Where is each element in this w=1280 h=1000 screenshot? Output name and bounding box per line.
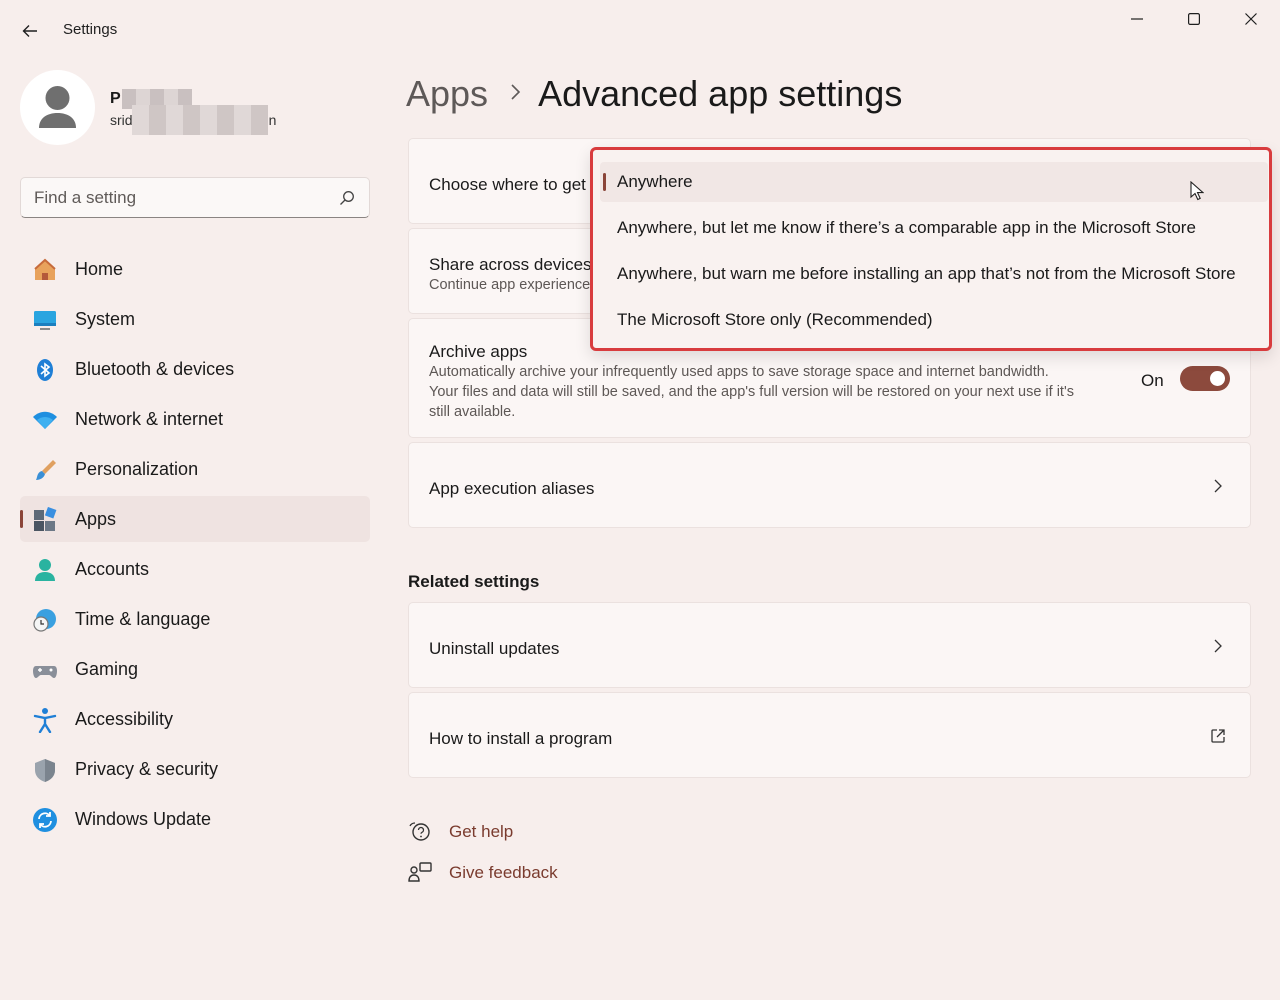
- sidebar-item-label: Network & internet: [75, 408, 224, 429]
- sidebar-item-windows-update[interactable]: Windows Update: [20, 796, 370, 842]
- gaming-icon: [32, 657, 58, 683]
- card-description: Automatically archive your infrequently …: [429, 364, 1049, 380]
- page-title: Advanced app settings: [538, 73, 903, 114]
- sidebar-item-label: Windows Update: [75, 808, 212, 829]
- sidebar-item-system[interactable]: System: [20, 296, 370, 342]
- sidebar-item-apps[interactable]: Apps: [20, 496, 370, 542]
- dropdown-option-anywhere-notify[interactable]: Anywhere, but let me know if there’s a c…: [600, 208, 1268, 248]
- chevron-right-icon: [510, 80, 522, 108]
- get-help-text: Get help: [449, 822, 514, 841]
- app-execution-aliases-card[interactable]: App execution aliases: [408, 442, 1251, 528]
- card-title: How to install a program: [429, 729, 613, 748]
- sidebar-item-label: Home: [75, 258, 124, 279]
- card-title: Choose where to get: [429, 175, 586, 194]
- avatar[interactable]: [20, 70, 95, 145]
- related-settings-title: Related settings: [408, 572, 540, 591]
- card-description: Your files and data will still be saved,…: [429, 384, 1074, 400]
- dropdown-option-anywhere-warn[interactable]: Anywhere, but warn me before installing …: [600, 254, 1268, 294]
- sidebar-item-label: Gaming: [75, 658, 139, 679]
- close-icon: [1244, 13, 1257, 25]
- maximize-icon: [1187, 13, 1200, 25]
- toggle-state-label: On: [1141, 371, 1164, 390]
- card-description: still available.: [429, 404, 516, 420]
- home-icon: [32, 257, 58, 283]
- app-title: Settings: [63, 21, 118, 38]
- breadcrumb-parent[interactable]: Apps: [406, 73, 488, 115]
- toggle-knob: [1210, 371, 1225, 386]
- bluetooth-icon: [32, 357, 58, 383]
- sidebar-item-label: System: [75, 308, 136, 329]
- title-bar: Settings: [0, 0, 1280, 60]
- install-source-dropdown: Anywhere Anywhere, but let me know if th…: [590, 147, 1272, 351]
- sidebar-item-accounts[interactable]: Accounts: [20, 546, 370, 592]
- search-icon[interactable]: [339, 190, 355, 206]
- back-button[interactable]: [14, 16, 46, 46]
- search-box[interactable]: [20, 177, 370, 218]
- close-button[interactable]: [1222, 0, 1279, 38]
- dropdown-option-label: The Microsoft Store only (Recommended): [617, 310, 933, 329]
- sidebar-item-label: Accessibility: [75, 708, 174, 729]
- sidebar-item-privacy[interactable]: Privacy & security: [20, 746, 370, 792]
- sidebar-item-label: Bluetooth & devices: [75, 358, 235, 379]
- sidebar-item-accessibility[interactable]: Accessibility: [20, 696, 370, 742]
- card-title: App execution aliases: [429, 479, 595, 498]
- feedback-icon: [408, 861, 432, 885]
- minimize-icon: [1130, 18, 1143, 20]
- dropdown-option-label: Anywhere, but warn me before installing …: [617, 264, 1236, 283]
- chevron-right-icon: [1214, 479, 1222, 493]
- external-link-icon: [1211, 729, 1225, 743]
- email-suffix: n: [268, 112, 277, 128]
- dropdown-option-anywhere[interactable]: Anywhere: [600, 162, 1268, 202]
- sidebar-item-label: Time & language: [75, 608, 211, 629]
- card-title: Uninstall updates: [429, 639, 560, 658]
- user-icon: [39, 86, 76, 128]
- sidebar-item-label: Apps: [75, 508, 117, 529]
- how-to-install-card[interactable]: How to install a program: [408, 692, 1251, 778]
- chevron-right-icon: [1214, 639, 1222, 653]
- card-title: Share across devices: [429, 255, 592, 274]
- accessibility-icon: [32, 707, 58, 733]
- sidebar-item-home[interactable]: Home: [20, 246, 370, 292]
- give-feedback-link[interactable]: Give feedback: [408, 858, 558, 888]
- card-description: Continue app experience: [429, 277, 591, 293]
- dropdown-option-store-only[interactable]: The Microsoft Store only (Recommended): [600, 300, 1268, 340]
- back-arrow-icon: [22, 25, 37, 37]
- apps-icon: [32, 507, 58, 533]
- give-feedback-text: Give feedback: [449, 863, 558, 882]
- system-icon: [32, 307, 58, 333]
- card-title: Archive apps: [429, 342, 528, 361]
- sidebar-item-label: Privacy & security: [75, 758, 219, 779]
- brush-icon: [32, 457, 58, 483]
- mouse-cursor-icon: [1190, 181, 1204, 201]
- sidebar-item-bluetooth[interactable]: Bluetooth & devices: [20, 346, 370, 392]
- wifi-icon: [32, 407, 58, 433]
- sidebar-item-label: Accounts: [75, 558, 150, 579]
- get-help-link[interactable]: Get help: [408, 817, 513, 847]
- archive-apps-toggle[interactable]: [1180, 366, 1230, 391]
- sidebar-item-network[interactable]: Network & internet: [20, 396, 370, 442]
- redacted-block: [132, 105, 268, 135]
- search-input[interactable]: [34, 187, 334, 209]
- uninstall-updates-card[interactable]: Uninstall updates: [408, 602, 1251, 688]
- breadcrumb: Apps Advanced app settings: [406, 72, 902, 116]
- shield-icon: [32, 757, 58, 783]
- help-icon: [408, 820, 432, 844]
- sidebar-item-personalization[interactable]: Personalization: [20, 446, 370, 492]
- sidebar-item-time-language[interactable]: Time & language: [20, 596, 370, 642]
- email-prefix: srid: [110, 112, 133, 128]
- minimize-button[interactable]: [1108, 0, 1165, 38]
- time-language-icon: [32, 607, 58, 633]
- dropdown-option-label: Anywhere, but let me know if there’s a c…: [617, 218, 1196, 237]
- sidebar-nav: Home System Bluetooth & devices Network …: [20, 246, 370, 846]
- dropdown-option-label: Anywhere: [617, 172, 693, 191]
- accounts-icon: [32, 557, 58, 583]
- sidebar-item-label: Personalization: [75, 458, 199, 479]
- windows-update-icon: [32, 807, 58, 833]
- sidebar-item-gaming[interactable]: Gaming: [20, 646, 370, 692]
- maximize-button[interactable]: [1165, 0, 1222, 38]
